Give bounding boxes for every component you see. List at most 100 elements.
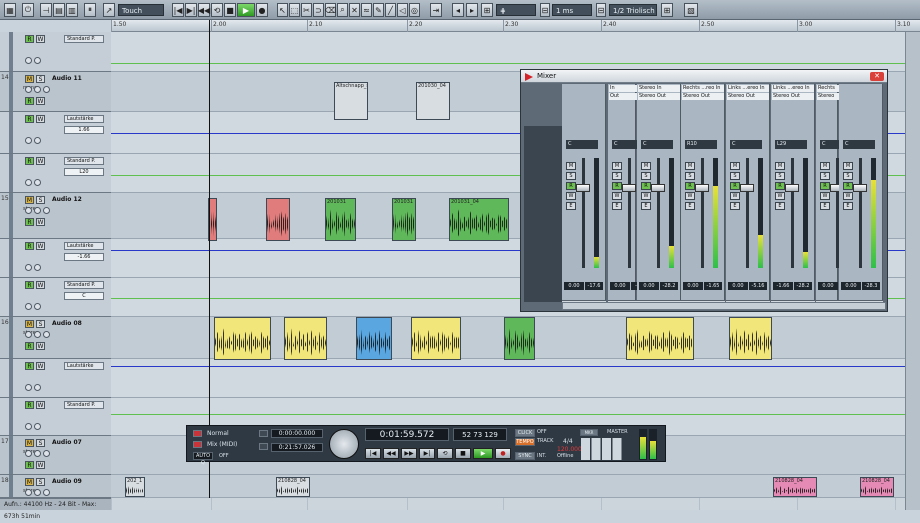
automation-parameter-select[interactable]: Lautstärke (64, 362, 104, 370)
snap-mode-icon[interactable]: ⊞ (481, 3, 493, 17)
mute-button[interactable]: M (25, 439, 34, 447)
automation-toggle-icon[interactable] (25, 57, 32, 64)
automation-parameter-select[interactable]: Lautstärke (64, 115, 104, 123)
write-automation-button[interactable]: W (36, 242, 45, 250)
mix-mode-icon[interactable] (193, 441, 202, 448)
track-header[interactable]: R W Standard P. L20 (0, 154, 111, 193)
control-knob-icon[interactable] (43, 331, 50, 338)
quantize-settings-icon[interactable]: ⊞ (661, 3, 673, 17)
marker-label[interactable]: MKR (580, 429, 598, 436)
automation-controls[interactable] (25, 384, 51, 392)
volume-fader-handle[interactable] (651, 184, 665, 192)
automation-toggle-icon[interactable] (25, 303, 32, 310)
channel-r-button[interactable]: R (612, 182, 622, 190)
input-routing-select[interactable]: Links ...ereo In (727, 85, 769, 92)
channel-s-button[interactable]: S (820, 172, 830, 180)
write-automation-button[interactable]: W (36, 281, 45, 289)
automation-toggle-icon[interactable] (34, 264, 41, 271)
vertical-scrollbar[interactable] (905, 32, 920, 510)
channel-r-button[interactable]: R (820, 182, 830, 190)
write-automation-button[interactable]: W (36, 115, 45, 123)
record-mode-mix[interactable]: Mix (MIDI) (207, 441, 237, 448)
channel-s-button[interactable]: S (612, 172, 622, 180)
channel-m-button[interactable]: M (820, 162, 830, 170)
channel-e-button[interactable]: E (566, 202, 576, 210)
channel-m-button[interactable]: M (843, 162, 853, 170)
channel-w-button[interactable]: W (685, 192, 695, 200)
read-automation-button[interactable]: R (25, 115, 34, 123)
track-name[interactable]: Audio 08 (52, 320, 82, 327)
automation-parameter-select[interactable]: Standard P. (64, 281, 104, 289)
mixer-channel-strip[interactable]: RechtsStereoCMSRWE0.0013 (816, 84, 860, 310)
step-right-icon[interactable]: ▸ (466, 3, 478, 17)
channel-m-button[interactable]: M (612, 162, 622, 170)
audio-event[interactable]: 202_1 (125, 477, 145, 497)
audio-event[interactable] (284, 317, 327, 360)
mixer-scrollbar[interactable] (562, 302, 886, 310)
cycle-button[interactable]: ⟲ (437, 448, 453, 459)
channel-w-button[interactable]: W (730, 192, 740, 200)
control-knob-icon[interactable] (25, 450, 32, 457)
channel-e-button[interactable]: E (843, 202, 853, 210)
automation-value[interactable]: 1.66 (64, 126, 104, 134)
volume-value[interactable]: 0.00 (639, 282, 659, 290)
read-automation-button[interactable]: R (25, 242, 34, 250)
audio-event[interactable] (214, 317, 271, 360)
draw-tool-icon[interactable]: ✎ (373, 3, 384, 17)
mixer-channel-strip[interactable]: Links ...ereo In Stereo Out C M S R W E 0.00 -5.1… (726, 84, 770, 310)
project-window-icon[interactable]: ▦ (4, 3, 16, 17)
split-tool-icon[interactable]: ✂ (301, 3, 312, 17)
show-overview-icon[interactable]: ⏸ (84, 3, 96, 17)
track-header[interactable]: R W Lautstärke (0, 359, 111, 398)
track-controls[interactable] (25, 489, 51, 497)
activate-project-button[interactable]: ⏻ (22, 3, 34, 17)
automation-controls[interactable] (25, 423, 51, 431)
audio-event[interactable]: 201031 (392, 198, 416, 241)
monitor-button[interactable]: W (36, 218, 45, 226)
color-palette-icon[interactable]: ▧ (684, 3, 698, 17)
control-knob-icon[interactable] (43, 450, 50, 457)
audio-event[interactable] (729, 317, 772, 360)
automation-controls[interactable] (25, 303, 51, 311)
solo-button[interactable]: S (36, 320, 45, 328)
track-header[interactable]: 17MSAudio 07stereoRW (0, 436, 111, 475)
automation-toggle-icon[interactable] (34, 179, 41, 186)
rewind-button[interactable]: ◀◀ (383, 448, 399, 459)
stop-button[interactable]: ■ (224, 3, 236, 17)
volume-fader-handle[interactable] (785, 184, 799, 192)
automation-toggle-icon[interactable] (25, 137, 32, 144)
automation-toggle-icon[interactable] (34, 303, 41, 310)
auto-scroll-icon[interactable]: ⇥ (430, 3, 442, 17)
forward-button[interactable]: ▶▶ (401, 448, 417, 459)
output-routing-select[interactable]: Stereo Out (772, 93, 814, 100)
control-knob-icon[interactable] (43, 86, 50, 93)
mixer-channel-strip[interactable]: Links ...ereo In Stereo Out L29 M S R W E -1.66-… (771, 84, 815, 310)
automation-mode-select[interactable]: Touch (118, 4, 164, 16)
left-locator-icon[interactable] (259, 430, 268, 437)
constrain-delay-button[interactable]: ⊣ (40, 3, 52, 17)
read-automation-button[interactable]: R (25, 362, 34, 370)
track-name[interactable]: Audio 12 (52, 196, 82, 203)
mixer-channel-strip[interactable]: Stereo InStereo OutCMSRWE0.00-28.2Audio … (637, 84, 681, 310)
volume-value[interactable]: 0.00 (564, 282, 584, 290)
volume-value[interactable]: 0.00 (818, 282, 838, 290)
mixer-channel-strip[interactable]: InOutCMSRWE0.00-2.018 (608, 84, 652, 310)
tempo-bpm[interactable]: 120.000 (557, 446, 582, 453)
write-automation-button[interactable]: W (36, 401, 45, 409)
automation-curve[interactable] (111, 366, 920, 367)
erase-tool-icon[interactable]: ⌫ (325, 3, 336, 17)
primary-time-display[interactable]: 0:01:59.572 (365, 428, 449, 441)
read-automation-button[interactable]: R (25, 401, 34, 409)
track-name[interactable]: Audio 11 (52, 75, 82, 82)
track-header[interactable]: 14MSAudio 11monoRW (0, 72, 111, 112)
automation-value[interactable]: C (64, 292, 104, 300)
time-warp-tool-icon[interactable]: ≈ (361, 3, 372, 17)
solo-button[interactable]: S (36, 439, 45, 447)
track-header[interactable]: R W Standard P. C (0, 278, 111, 317)
quantize-value-select[interactable]: 1 ms (552, 4, 592, 16)
glue-tool-icon[interactable]: ⊃ (313, 3, 324, 17)
automation-parameter-select[interactable]: Standard P. (64, 157, 104, 165)
pan-control[interactable]: R10 (685, 140, 717, 149)
channel-e-button[interactable]: E (775, 202, 785, 210)
channel-r-button[interactable]: R (685, 182, 695, 190)
